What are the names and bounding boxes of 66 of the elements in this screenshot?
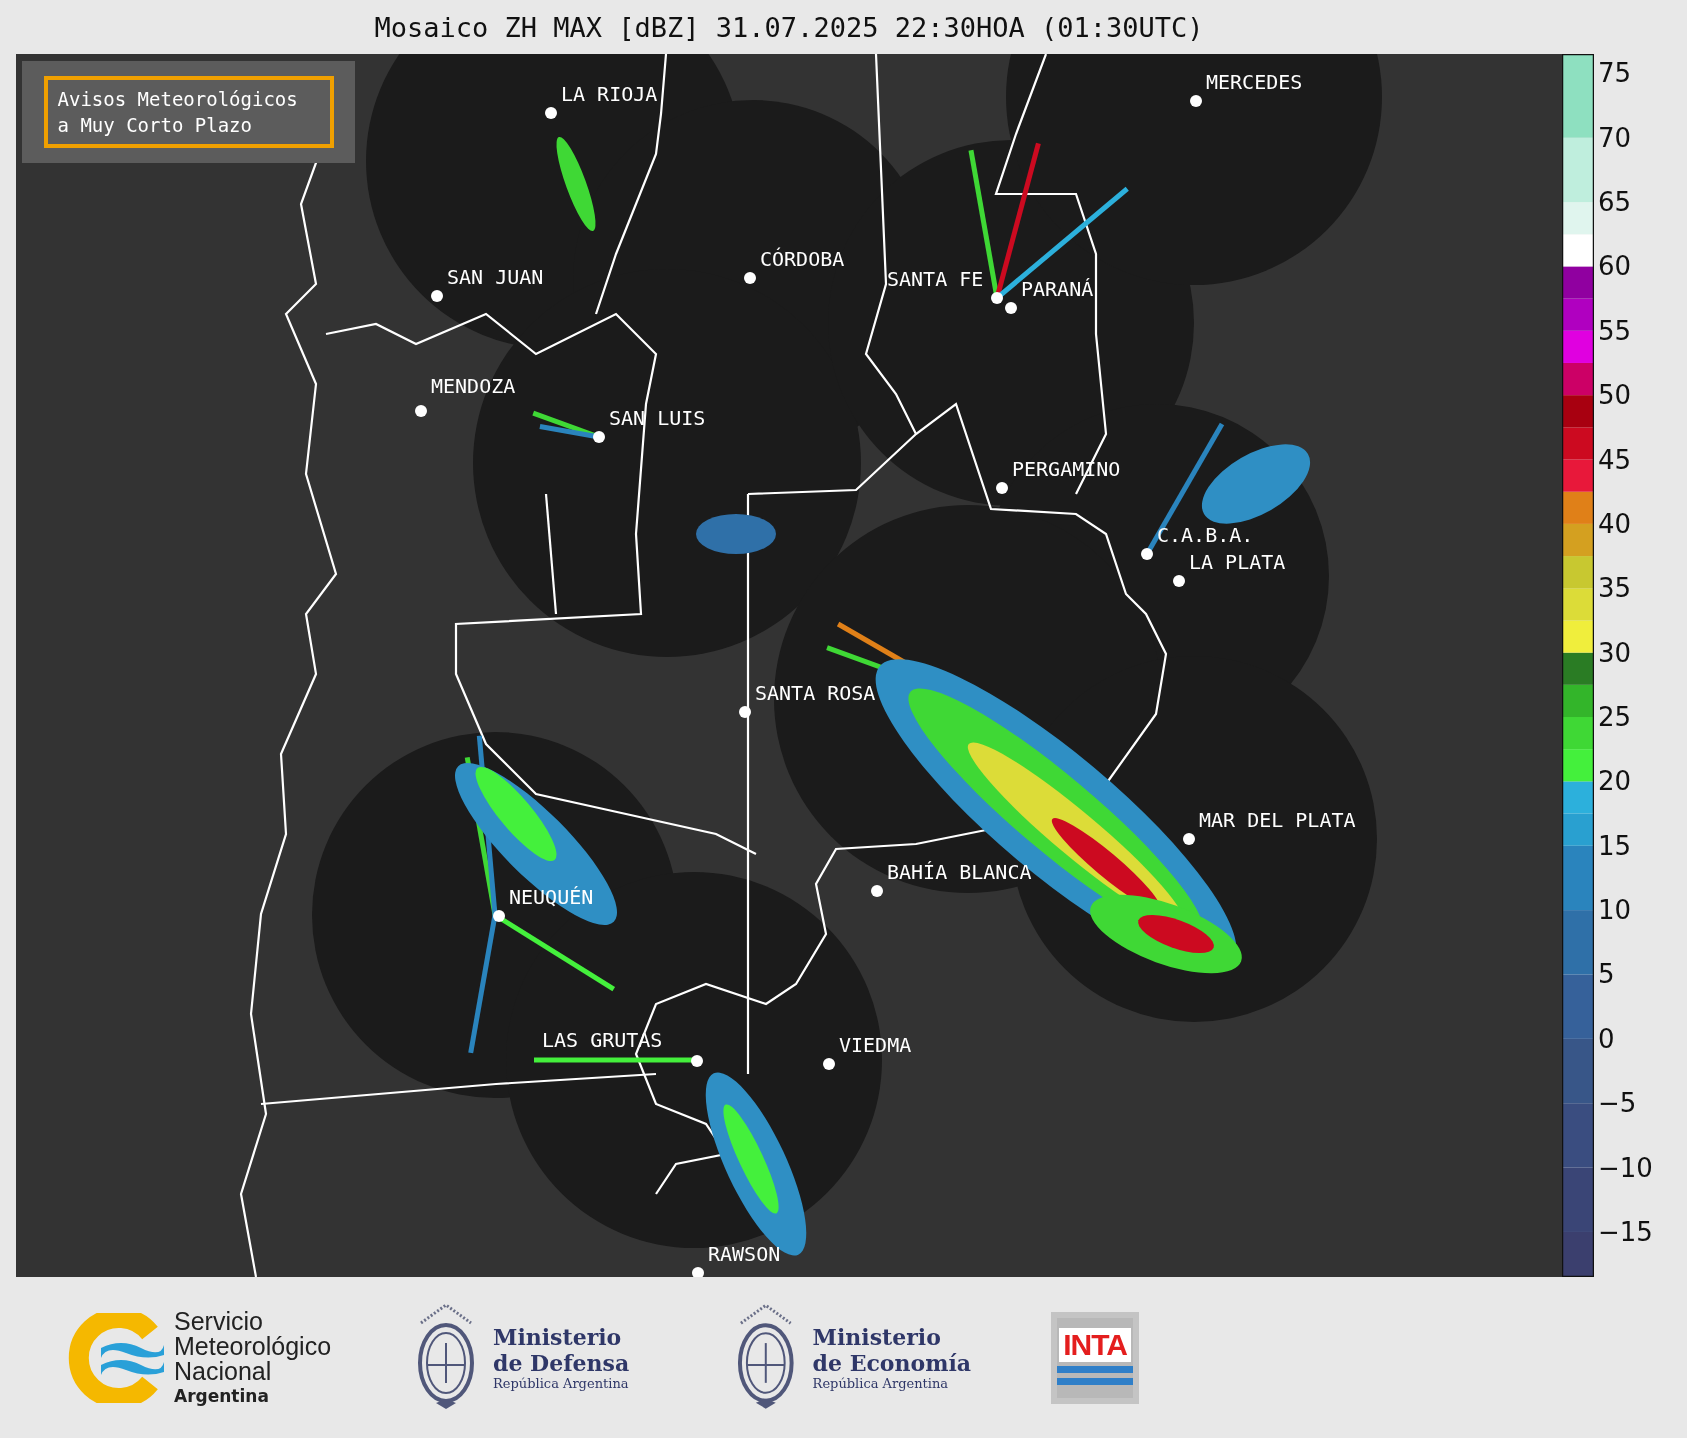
inta-wordmark: INTA <box>1059 1327 1131 1362</box>
city-marker-icon <box>415 405 427 417</box>
ministry-name: Ministerio <box>812 1324 942 1350</box>
city-label: RAWSON <box>708 1242 781 1266</box>
scale-tick-label: −10 <box>1598 1152 1653 1183</box>
city-label: LA RIOJA <box>561 82 658 106</box>
scale-tick-label: 65 <box>1598 187 1632 218</box>
scale-tick-label: 10 <box>1598 895 1632 926</box>
city-label: C.A.B.A. <box>1157 523 1254 547</box>
agency-country: Argentina <box>174 1386 270 1406</box>
scale-tick-label: 50 <box>1598 380 1632 411</box>
city-label: MAR DEL PLATA <box>1199 808 1356 832</box>
sun-wave-logo-icon <box>66 1312 166 1403</box>
city-label: SAN LUIS <box>609 406 706 430</box>
city-label: SANTA FE <box>887 267 984 291</box>
city-label: LA PLATA <box>1189 550 1286 574</box>
city-marker-icon <box>823 1058 835 1070</box>
agency-name: Nacional <box>174 1359 272 1384</box>
city-marker-icon <box>691 1055 703 1067</box>
city-marker-icon <box>493 910 505 922</box>
scale-tick-label: 25 <box>1598 702 1632 732</box>
ministry-name: de Economía <box>812 1350 972 1376</box>
ministry-name: de Defensa <box>493 1350 630 1376</box>
scale-tick-label: 35 <box>1598 573 1632 604</box>
scale-tick-label: 30 <box>1598 637 1632 668</box>
city-marker-icon <box>996 482 1008 494</box>
city-label: VIEDMA <box>839 1033 912 1057</box>
city-marker-icon <box>744 272 756 284</box>
city-label: SAN JUAN <box>447 265 544 289</box>
ministry-name: Ministerio <box>493 1324 623 1350</box>
city-label: SANTA ROSA <box>755 681 876 705</box>
city-marker-icon <box>871 885 883 897</box>
city-marker-icon <box>1173 575 1185 587</box>
ministry-country: República Argentina <box>812 1376 950 1391</box>
notice-button[interactable]: Avisos Meteorológicos a Muy Corto Plazo <box>43 76 334 148</box>
city-marker-icon <box>1005 302 1017 314</box>
city-marker-icon <box>593 431 605 443</box>
scale-tick-label: −5 <box>1598 1088 1637 1119</box>
stripes-icon <box>1057 1365 1134 1388</box>
scale-tick-label: 20 <box>1598 766 1632 797</box>
agency-name: Servicio <box>174 1309 264 1334</box>
scale-tick-label: 45 <box>1598 444 1632 475</box>
city-marker-icon <box>991 292 1003 304</box>
city-label: PARANÁ <box>1021 277 1094 301</box>
scale-tick-label: 75 <box>1598 58 1632 89</box>
scale-tick-label: 5 <box>1598 959 1615 990</box>
ministry-country: República Argentina <box>493 1376 630 1391</box>
city-marker-icon <box>692 1267 704 1277</box>
scale-tick-label: 15 <box>1598 830 1632 861</box>
city-marker-icon <box>1190 95 1202 107</box>
scale-tick-label: 70 <box>1598 122 1632 153</box>
city-label: BAHÍA BLANCA <box>887 860 1032 884</box>
city-marker-icon <box>739 706 751 718</box>
city-label: CÓRDOBA <box>760 247 845 271</box>
city-label: MERCEDES <box>1206 70 1303 94</box>
scale-tick-label: −15 <box>1598 1216 1653 1247</box>
city-marker-icon <box>1141 548 1153 560</box>
city-marker-icon <box>545 107 557 119</box>
scale-tick-label: 55 <box>1598 315 1632 346</box>
scale-tick-label: 60 <box>1598 251 1632 282</box>
city-marker-icon <box>1183 833 1195 845</box>
map-title: Mosaico ZH MAX [dBZ] 31.07.2025 22:30HOA (01:30UTC) <box>373 11 1205 45</box>
city-marker-icon <box>431 290 443 302</box>
scale-tick-label: 0 <box>1598 1023 1615 1054</box>
city-label: MENDOZA <box>431 374 516 398</box>
scale-tick-label: 40 <box>1598 508 1632 539</box>
